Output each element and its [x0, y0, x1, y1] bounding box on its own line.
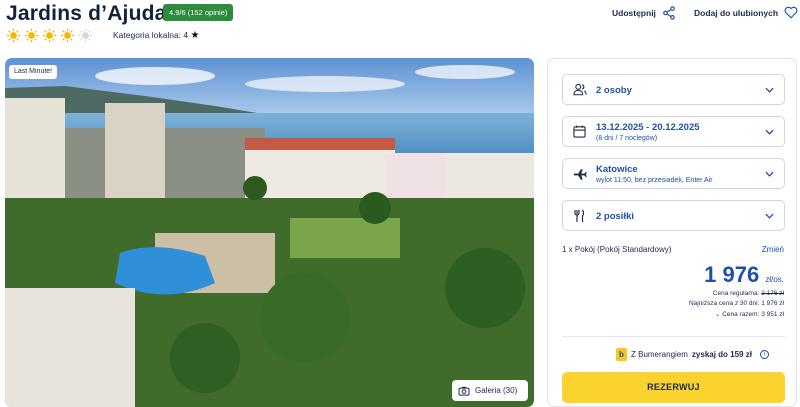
hotel-photo-illustration: [5, 58, 534, 407]
bumerang-promo: b Z Bumerangiem zyskaj do 159 zł i: [616, 348, 769, 361]
add-to-favorites-button[interactable]: Dodaj do ulubionych: [694, 6, 798, 19]
sun-icon: [6, 28, 21, 43]
airplane-icon: [573, 169, 587, 180]
gallery-label: Galeria (30): [475, 386, 518, 395]
divider: [562, 336, 785, 337]
chevron-down-icon: [765, 87, 774, 93]
price-unit: zł/os.: [765, 275, 784, 284]
regular-price-value: 2 176 zł: [761, 290, 784, 297]
price-per-person: 1 976 zł/os.: [704, 262, 784, 288]
meals-value: 2 posiłki: [596, 211, 635, 222]
meals-select[interactable]: 2 posiłki: [562, 200, 785, 231]
total-price-line[interactable]: ⌄ Cena razem: 3 951 zł: [715, 310, 784, 318]
bumerang-logo-icon: b: [616, 348, 627, 361]
heart-icon: [784, 6, 798, 19]
chevron-down-icon: [765, 171, 774, 177]
rating-badge[interactable]: 4.9/6 (152 opinie): [163, 4, 234, 21]
departure-select[interactable]: Katowice wylot 11:50, bez przesiadek, En…: [562, 158, 785, 189]
dates-duration: (8 dni / 7 noclegów): [596, 135, 658, 142]
star-icon: ★: [190, 30, 200, 41]
hotel-photo[interactable]: [5, 58, 534, 407]
total-price-label: Cena razem:: [722, 311, 760, 318]
departure-city: Katowice: [596, 164, 638, 175]
departure-details: wylot 11:50, bez przesiadek, Enter Air: [596, 177, 713, 184]
lowest-price-line: Najniższa cena z 30 dni: 1 976 zł: [689, 300, 784, 307]
sun-icon: [24, 28, 39, 43]
sun-empty-icon: [78, 28, 93, 43]
persons-icon: [573, 83, 587, 96]
calendar-icon: [573, 125, 586, 138]
gallery-button[interactable]: Galeria (30): [452, 380, 528, 401]
booking-panel: 2 osoby 13.12.2025 - 20.12.2025 (8 dni /…: [547, 58, 797, 407]
favorite-label: Dodaj do ulubionych: [694, 7, 779, 18]
persons-value: 2 osoby: [596, 85, 632, 96]
dates-value: 13.12.2025 - 20.12.2025: [596, 122, 700, 133]
change-room-link[interactable]: Zmień: [762, 245, 784, 254]
camera-icon: [458, 386, 470, 396]
share-button[interactable]: Udostępnij: [612, 6, 676, 20]
lowest-price-value: 1 976 zł: [761, 300, 784, 307]
room-summary: 1 x Pokój (Pokój Standardowy): [562, 245, 672, 254]
dates-select[interactable]: 13.12.2025 - 20.12.2025 (8 dni / 7 nocle…: [562, 116, 785, 147]
reserve-button[interactable]: REZERWUJ: [562, 372, 785, 403]
chevron-down-icon: ⌄: [714, 311, 721, 318]
local-category: Kategoria lokalna: 4 ★: [113, 30, 199, 41]
share-label: Udostępnij: [612, 8, 656, 18]
sun-icon: [42, 28, 57, 43]
persons-select[interactable]: 2 osoby: [562, 74, 785, 105]
star-rating: [6, 28, 93, 43]
info-icon[interactable]: i: [759, 350, 769, 359]
bumerang-prefix: Z Bumerangiem: [631, 350, 688, 359]
hotel-header: Jardins d’Ajuda 4.9/6 (152 opinie) Kateg…: [0, 0, 800, 56]
regular-price-label: Cena regularna:: [712, 290, 760, 297]
total-price-value: 3 951 zł: [761, 311, 784, 318]
lowest-price-label: Najniższa cena z 30 dni:: [688, 300, 760, 307]
local-category-label: Kategoria lokalna: 4: [113, 30, 189, 40]
share-icon: [663, 6, 675, 20]
price-value: 1 976: [704, 262, 760, 287]
chevron-down-icon: [765, 213, 774, 219]
sun-icon: [60, 28, 75, 43]
last-minute-badge: Last Minute!: [9, 65, 58, 79]
bumerang-text: zyskaj do 159 zł: [691, 350, 752, 359]
hotel-title: Jardins d’Ajuda: [6, 2, 167, 25]
chevron-down-icon: [765, 129, 774, 135]
cutlery-icon: [574, 209, 585, 222]
regular-price-line: Cena regularna: 2 176 zł: [713, 290, 784, 297]
